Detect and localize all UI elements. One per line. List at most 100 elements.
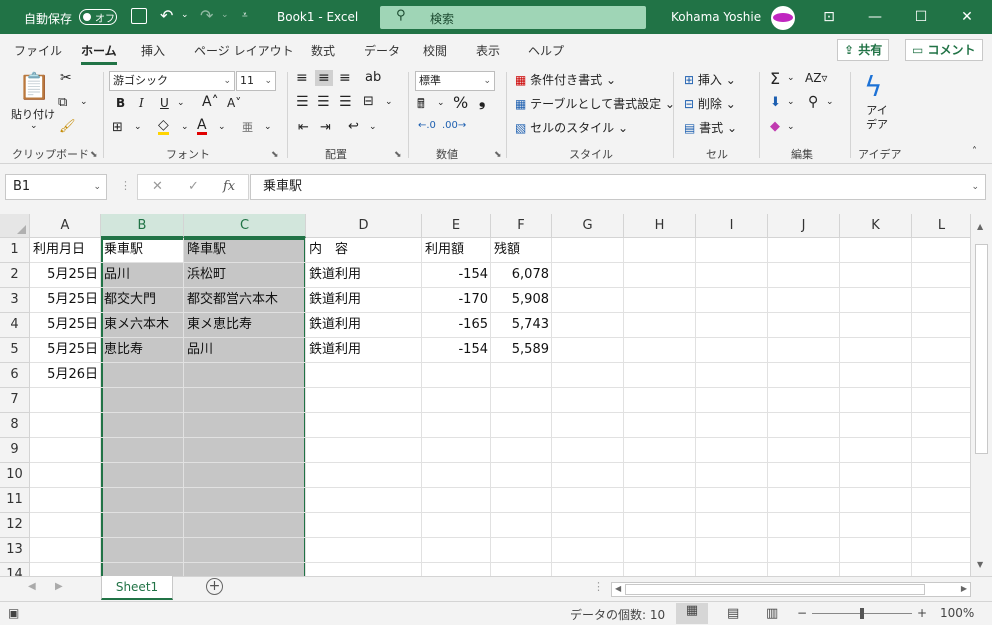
font-size-select[interactable]: 11 ⌄ [236,71,276,91]
search-box[interactable]: ⚲ 検索 [380,6,646,29]
cell-styles-button[interactable]: ▧ セルのスタイル ⌄ [515,119,628,136]
column-header-d[interactable]: D [306,214,422,238]
fill-dropdown-icon[interactable]: ⌄ [181,122,189,132]
zoom-in-icon[interactable]: + [917,606,927,620]
save-icon[interactable] [131,8,147,24]
cell-b5[interactable]: 恵比寿 [101,338,184,363]
fill-icon[interactable]: ⬇ [770,95,781,110]
copy-dropdown-icon[interactable]: ⌄ [80,97,88,107]
tab-file[interactable]: ファイル [14,42,62,59]
cell-d1[interactable]: 内 容 [306,238,422,263]
row-header-12[interactable]: 12 [0,513,30,538]
accounting-format-icon[interactable]: 🖩 [417,95,425,117]
tab-insert[interactable]: 挿入 [141,42,165,59]
row-header-5[interactable]: 5 [0,338,30,363]
cell-e1[interactable]: 利用額 [422,238,491,263]
delete-cells-button[interactable]: ⊟ 削除 ⌄ [684,95,736,112]
number-format-select[interactable]: 標準 ⌄ [415,71,495,91]
zoom-level[interactable]: 100% [940,606,974,620]
tab-formulas[interactable]: 数式 [311,42,335,59]
row-header-7[interactable]: 7 [0,388,30,413]
page-layout-view-icon[interactable]: ▤ [727,606,739,621]
column-header-k[interactable]: K [840,214,912,238]
customize-qat-icon[interactable]: ⩡ [242,10,248,21]
font-shrink-icon[interactable]: A˅ [227,96,241,110]
scroll-down-icon[interactable]: ▼ [977,560,983,569]
sort-filter-icon[interactable]: AZ▿ [805,71,827,85]
autosave-toggle[interactable]: オフ [79,9,117,25]
maximize-icon[interactable]: ☐ [898,0,944,34]
row-header-13[interactable]: 13 [0,538,30,563]
cancel-icon[interactable]: ✕ [152,179,163,194]
ideas-icon[interactable]: ϟ [864,70,882,103]
cell-d2[interactable]: 鉄道利用 [306,263,422,288]
number-launcher-icon[interactable]: ⬊ [494,150,502,160]
user-name[interactable]: Kohama Yoshie [671,10,761,24]
borders-icon[interactable]: ⊞ [112,120,123,135]
row-header-9[interactable]: 9 [0,438,30,463]
wrap-dropdown-icon[interactable]: ⌄ [369,122,377,132]
phonetic-dropdown-icon[interactable]: ⌄ [264,122,272,132]
drag-handle-icon[interactable]: ⋮ [120,179,131,192]
merge-dropdown-icon[interactable]: ⌄ [385,97,393,107]
row-header-6[interactable]: 6 [0,363,30,388]
column-header-e[interactable]: E [422,214,491,238]
fill-dropdown-arrow-icon[interactable]: ⌄ [787,97,795,107]
enter-icon[interactable]: ✓ [188,179,199,194]
cell-f2[interactable]: 6,078 [491,263,552,288]
tab-view[interactable]: 表示 [476,42,500,59]
align-center-icon[interactable]: ☰ [317,94,330,110]
share-button[interactable]: ⇪ 共有 [837,39,890,61]
find-dropdown-icon[interactable]: ⌄ [826,97,834,107]
percent-button[interactable]: % [453,93,468,112]
ideas-button-label[interactable]: アイ デア [866,104,888,132]
align-bottom-icon[interactable]: ≡ [339,70,351,86]
column-header-b[interactable]: B [101,214,184,238]
cell-d5[interactable]: 鉄道利用 [306,338,422,363]
paste-label[interactable]: 貼り付け [11,106,55,122]
paste-dropdown-icon[interactable]: ⌄ [30,121,38,131]
row-header-2[interactable]: 2 [0,263,30,288]
cell-e2[interactable]: -154 [422,263,491,288]
row-header-1[interactable]: 1 [0,238,30,263]
page-break-view-icon[interactable]: ▥ [766,606,778,621]
autosum-icon[interactable]: Σ [770,69,780,88]
redo-dropdown-icon[interactable]: ⌄ [221,10,229,20]
cell-f1[interactable]: 残額 [491,238,552,263]
cell-e4[interactable]: -165 [422,313,491,338]
cell-d3[interactable]: 鉄道利用 [306,288,422,313]
paste-icon[interactable]: 📋 [18,72,50,102]
cell-a6[interactable]: 5月26日 [30,363,101,388]
italic-button[interactable]: I [139,96,144,110]
normal-view-icon[interactable]: ▦ [676,603,708,624]
scroll-right-icon[interactable]: ▶ [961,584,967,593]
cell-f3[interactable]: 5,908 [491,288,552,313]
cell-f4[interactable]: 5,743 [491,313,552,338]
font-color-icon[interactable]: A [197,118,207,135]
cell-c1[interactable]: 降車駅 [184,238,306,263]
ribbon-display-icon[interactable]: ⊡ [806,0,852,34]
cell-d4[interactable]: 鉄道利用 [306,313,422,338]
scroll-left-icon[interactable]: ◀ [615,584,621,593]
cell-c4[interactable]: 東メ恵比寿 [184,313,306,338]
cell-b1[interactable]: 乗車駅 [101,238,184,263]
format-painter-icon[interactable]: 🖌 [59,119,76,134]
comma-style-button[interactable]: ❟ [479,91,485,111]
borders-dropdown-icon[interactable]: ⌄ [134,122,142,132]
name-box[interactable]: B1 ⌄ [5,174,107,200]
cell-a5[interactable]: 5月25日 [30,338,101,363]
fill-color-icon[interactable]: ◇ [158,118,169,135]
row-header-8[interactable]: 8 [0,413,30,438]
collapse-ribbon-icon[interactable]: ˄ [972,146,977,157]
row-header-10[interactable]: 10 [0,463,30,488]
horizontal-scroll-thumb[interactable] [625,584,925,595]
column-header-h[interactable]: H [624,214,696,238]
close-icon[interactable]: ✕ [944,0,990,34]
select-all-button[interactable] [0,214,30,238]
zoom-slider-thumb[interactable] [860,608,864,619]
cell-b2[interactable]: 品川 [101,263,184,288]
cell-f5[interactable]: 5,589 [491,338,552,363]
vertical-scrollbar[interactable]: ▲ ▼ [970,214,992,576]
column-header-i[interactable]: I [696,214,768,238]
zoom-out-icon[interactable]: − [797,606,807,620]
